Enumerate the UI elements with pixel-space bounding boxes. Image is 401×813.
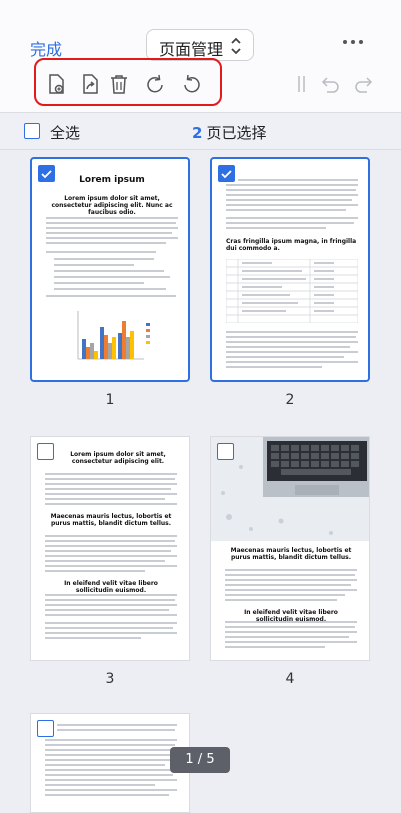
selected-count-value: 2 (192, 124, 203, 142)
page-1-title: Lorem ipsum (79, 175, 145, 185)
mode-selector[interactable]: 页面管理 (146, 29, 254, 61)
page-1-subheading: Lorem ipsum dolor sit amet, consectetur … (51, 195, 173, 216)
done-button[interactable]: 完成 (30, 36, 62, 60)
page-indicator: 1 / 5 (170, 747, 230, 773)
page-number-4: 4 (285, 671, 295, 687)
page-3-subheading: Maecenas mauris lectus, lobortis et puru… (50, 513, 172, 527)
page-3-subheading-2: In eleifend velit vitae libero sollicitu… (64, 580, 158, 594)
page-thumbnail-4[interactable]: Maecenas mauris lectus, lobortis et puru… (210, 436, 370, 661)
page-number-3: 3 (105, 671, 115, 687)
checkmark-icon (221, 170, 232, 179)
page-number-2: 2 (285, 392, 295, 408)
selection-bar: 全选 2 页已选择 (0, 112, 401, 150)
delete-icon[interactable] (107, 72, 131, 96)
selected-count-label: 页已选择 (206, 124, 267, 142)
undo-icon[interactable] (318, 72, 342, 96)
page-3-heading: Lorem ipsum dolor sit amet, consectetur … (70, 451, 166, 465)
mode-label: 页面管理 (159, 40, 224, 59)
rotate-right-icon[interactable] (143, 72, 167, 96)
insert-page-icon[interactable] (44, 72, 68, 96)
page-thumbnail-2[interactable]: Cras fringilla ipsum magna, in fringilla… (210, 157, 370, 382)
redo-icon[interactable] (352, 72, 376, 96)
chevron-updown-icon (231, 37, 241, 55)
page-4-heading: Maecenas mauris lectus, lobortis et puru… (230, 547, 352, 561)
rotate-left-icon[interactable] (180, 72, 204, 96)
page-checkbox-5[interactable] (37, 720, 54, 737)
page-thumbnail-3[interactable]: Lorem ipsum dolor sit amet, consectetur … (30, 436, 190, 661)
top-bar: 完成 页面管理 (0, 0, 401, 112)
selection-count: 2 页已选择 (192, 122, 266, 143)
extract-page-icon[interactable] (78, 72, 102, 96)
page-checkbox-3[interactable] (37, 443, 54, 460)
page-checkbox-4[interactable] (217, 443, 234, 460)
laptop-photo-image (211, 437, 369, 541)
mini-table (226, 259, 358, 323)
select-all-checkbox[interactable] (24, 123, 40, 139)
more-dots-icon[interactable] (343, 40, 363, 46)
mini-chart-image (77, 311, 150, 360)
page-thumbnail-1[interactable]: Lorem ipsum Lorem ipsum dolor sit amet, … (30, 157, 190, 382)
page-2-heading: Cras fringilla ipsum magna, in fringilla… (226, 238, 357, 252)
page-number-1: 1 (105, 392, 115, 408)
split-icon[interactable] (290, 72, 314, 96)
select-all-label[interactable]: 全选 (50, 122, 80, 143)
page-thumbnail-5[interactable] (30, 713, 190, 813)
